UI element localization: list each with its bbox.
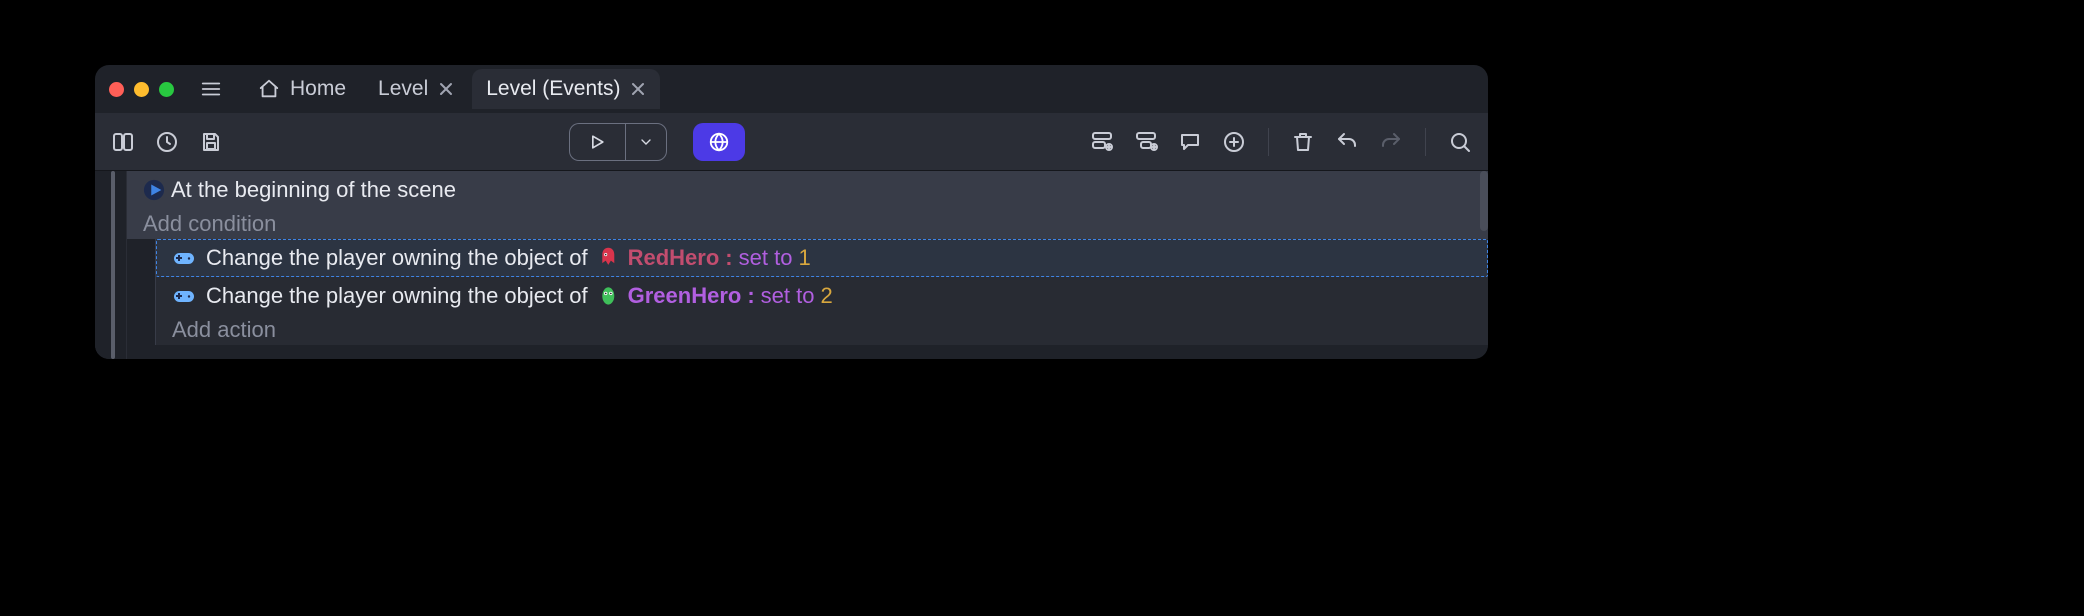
close-window-button[interactable]: [109, 82, 124, 97]
value-text: 1: [798, 245, 810, 271]
action-row[interactable]: Change the player owning the object of G…: [156, 277, 1488, 315]
close-icon[interactable]: [630, 81, 646, 97]
operator-text: set to: [761, 283, 815, 309]
tab-home[interactable]: Home: [244, 69, 360, 109]
action-row[interactable]: Change the player owning the object of R…: [156, 239, 1488, 277]
events-editor: At the beginning of the scene Add condit…: [95, 171, 1488, 359]
add-comment-button[interactable]: [1174, 126, 1206, 158]
window-controls: [109, 82, 174, 97]
tab-level-events[interactable]: Level (Events): [472, 69, 660, 109]
toolbar-divider: [1425, 128, 1426, 156]
scrollbar-thumb[interactable]: [1480, 171, 1488, 231]
add-condition-link[interactable]: Add condition: [127, 209, 1488, 239]
condition-text: At the beginning of the scene: [171, 177, 456, 203]
red-hero-sprite-icon: [598, 246, 620, 270]
controller-icon: [172, 284, 196, 308]
event-gutter[interactable]: [95, 171, 127, 359]
titlebar: Home Level Level (Events): [95, 65, 1488, 113]
home-icon: [258, 78, 280, 100]
action-text: Change the player owning the object of: [206, 283, 588, 309]
delete-button[interactable]: [1287, 126, 1319, 158]
condition-block: At the beginning of the scene Add condit…: [127, 171, 1488, 239]
save-button[interactable]: [195, 126, 227, 158]
object-name: GreenHero: [628, 283, 742, 309]
object-name: RedHero: [628, 245, 720, 271]
green-hero-sprite-icon: [598, 284, 620, 308]
close-icon[interactable]: [438, 81, 454, 97]
operator-text: set to: [739, 245, 793, 271]
preview-group: [569, 123, 667, 161]
play-dropdown-button[interactable]: [625, 123, 667, 161]
maximize-window-button[interactable]: [159, 82, 174, 97]
value-text: 2: [820, 283, 832, 309]
redo-button[interactable]: [1375, 126, 1407, 158]
undo-button[interactable]: [1331, 126, 1363, 158]
add-sub-event-button[interactable]: [1130, 126, 1162, 158]
tab-bar: Home Level Level (Events): [244, 65, 664, 113]
add-event-below-button[interactable]: [1086, 126, 1118, 158]
add-action-link[interactable]: Add action: [156, 315, 1488, 345]
toolbar-divider: [1268, 128, 1269, 156]
tab-level[interactable]: Level: [364, 69, 468, 109]
search-button[interactable]: [1444, 126, 1476, 158]
event-collapse-line[interactable]: [111, 171, 115, 359]
menu-button[interactable]: [196, 74, 226, 104]
history-button[interactable]: [151, 126, 183, 158]
app-window: Home Level Level (Events): [95, 65, 1488, 359]
tab-level-label: Level: [378, 77, 428, 101]
tab-home-label: Home: [290, 77, 346, 101]
add-button[interactable]: [1218, 126, 1250, 158]
tab-level-events-label: Level (Events): [486, 77, 620, 101]
events-area: At the beginning of the scene Add condit…: [127, 171, 1488, 359]
panel-toggle-button[interactable]: [107, 126, 139, 158]
minimize-window-button[interactable]: [134, 82, 149, 97]
scene-start-icon: [143, 179, 165, 201]
network-preview-button[interactable]: [693, 123, 745, 161]
play-button[interactable]: [569, 123, 625, 161]
condition-row[interactable]: At the beginning of the scene: [127, 171, 1488, 209]
controller-icon: [172, 246, 196, 270]
actions-block: Change the player owning the object of R…: [155, 239, 1488, 345]
action-text: Change the player owning the object of: [206, 245, 588, 271]
toolbar: [95, 113, 1488, 171]
